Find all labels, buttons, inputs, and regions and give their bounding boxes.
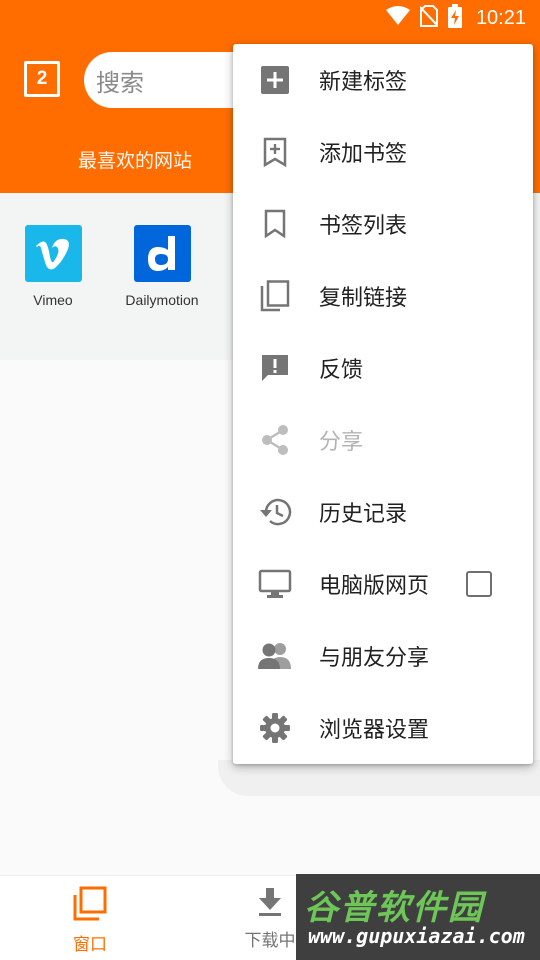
- menu-item-label: 电脑版网页: [319, 574, 430, 599]
- status-icons: 10:21: [385, 4, 526, 32]
- menu-item-copy-link[interactable]: 复制链接: [233, 260, 533, 332]
- share-icon: [257, 422, 293, 458]
- wifi-icon: [385, 6, 410, 30]
- bookmark-icon: [257, 206, 293, 242]
- menu-item-label: 浏览器设置: [319, 718, 430, 743]
- favorite-vimeo[interactable]: Vimeo: [0, 225, 108, 308]
- section-title-favorites[interactable]: 最喜欢的网站: [40, 146, 230, 173]
- feedback-icon: [257, 350, 293, 386]
- watermark-url: www.gupuxiazai.com: [308, 924, 525, 948]
- desktop-icon: [257, 566, 293, 602]
- overflow-menu: 新建标签 添加书签 书签列表 复制链接 反馈 分享 历史记录 电脑版网页 与朋友…: [233, 44, 533, 764]
- no-sim-icon: [419, 5, 439, 31]
- download-icon: [255, 888, 285, 922]
- watermark-title: 谷普软件园: [304, 888, 484, 928]
- favorite-label: Dailymotion: [125, 292, 199, 308]
- menu-item-label: 分享: [319, 430, 364, 455]
- favorite-dailymotion[interactable]: Dailymotion: [107, 225, 217, 308]
- windows-icon: [72, 886, 108, 926]
- menu-item-label: 反馈: [319, 358, 364, 383]
- menu-item-browser-settings[interactable]: 浏览器设置: [233, 692, 533, 764]
- menu-item-new-tab[interactable]: 新建标签: [233, 44, 533, 116]
- settings-icon: [257, 710, 293, 746]
- status-bar: 10:21: [0, 0, 540, 36]
- browser-screen: 10:21 2 搜索 最喜欢的网站 Vimeo Dailymotion 窗口 下…: [0, 0, 540, 960]
- history-icon: [257, 494, 293, 530]
- menu-item-share: 分享: [233, 404, 533, 476]
- search-placeholder: 搜索: [96, 68, 144, 97]
- menu-item-label: 新建标签: [319, 70, 408, 95]
- menu-item-label: 与朋友分享: [319, 646, 430, 671]
- copy-icon: [257, 278, 293, 314]
- menu-item-feedback[interactable]: 反馈: [233, 332, 533, 404]
- add-tab-icon: [257, 62, 293, 98]
- menu-item-add-bookmark[interactable]: 添加书签: [233, 116, 533, 188]
- nav-label: 窗口: [73, 935, 107, 955]
- watermark: 谷普软件园 www.gupuxiazai.com: [296, 874, 540, 960]
- favorite-label: Vimeo: [33, 292, 73, 308]
- menu-backdrop: [218, 760, 540, 796]
- status-time: 10:21: [475, 6, 526, 29]
- battery-charging-icon: [447, 4, 462, 32]
- tab-count-button[interactable]: 2: [24, 61, 60, 97]
- desktop-site-checkbox[interactable]: [466, 571, 492, 597]
- vimeo-logo-icon: [24, 225, 82, 282]
- menu-item-share-with-friends[interactable]: 与朋友分享: [233, 620, 533, 692]
- menu-item-label: 书签列表: [319, 214, 408, 239]
- menu-item-label: 复制链接: [319, 286, 408, 311]
- menu-item-history[interactable]: 历史记录: [233, 476, 533, 548]
- people-icon: [257, 638, 293, 674]
- menu-item-label: 历史记录: [319, 502, 408, 527]
- menu-item-label: 添加书签: [319, 142, 408, 167]
- menu-item-desktop-site[interactable]: 电脑版网页: [233, 548, 533, 620]
- menu-item-bookmarks[interactable]: 书签列表: [233, 188, 533, 260]
- dailymotion-logo-icon: [133, 225, 191, 282]
- nav-windows[interactable]: 窗口: [40, 886, 140, 955]
- add-bookmark-icon: [257, 134, 293, 170]
